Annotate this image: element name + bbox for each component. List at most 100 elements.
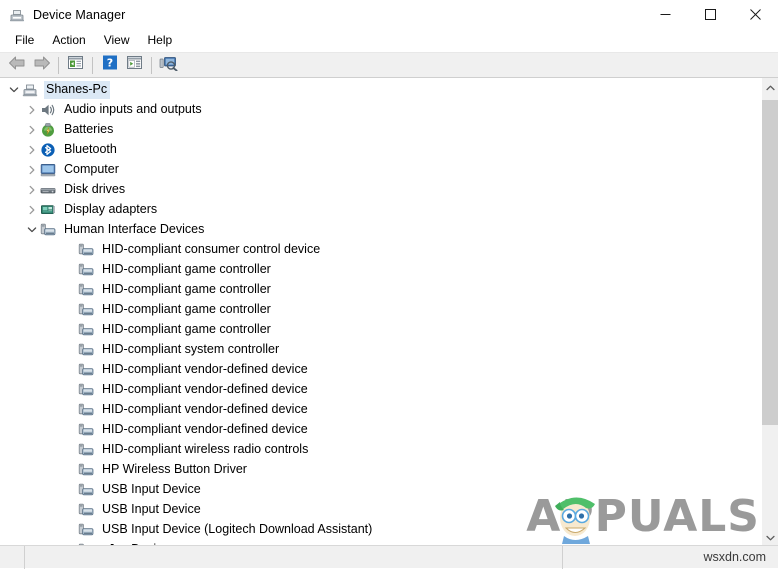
menu-help[interactable]: Help <box>139 31 182 50</box>
hid-device-icon <box>78 282 94 298</box>
tree-row-label: Audio inputs and outputs <box>64 102 202 116</box>
menu-view[interactable]: View <box>95 31 139 50</box>
hid-device-icon <box>78 502 94 518</box>
hid-device-icon <box>78 422 94 438</box>
tree-row-label: Disk drives <box>64 182 126 196</box>
tree-row-label: Computer <box>64 162 119 176</box>
menu-action[interactable]: Action <box>43 31 94 50</box>
tree-row-label: HID-compliant game controller <box>102 302 271 316</box>
console-tree-icon <box>67 55 84 75</box>
hid-device-icon <box>78 362 94 378</box>
tree-row[interactable]: USB Input Device <box>0 500 761 520</box>
status-cell-middle <box>25 545 563 569</box>
tree-row[interactable]: HID-compliant vendor-defined device <box>0 360 761 380</box>
hid-icon <box>40 222 56 238</box>
hid-device-icon <box>78 382 94 398</box>
menu-file[interactable]: File <box>6 31 43 50</box>
tree-row-label: HID-compliant consumer control device <box>102 242 321 256</box>
vertical-scrollbar[interactable] <box>761 78 778 545</box>
tree-row-label: HID-compliant vendor-defined device <box>102 362 308 376</box>
device-tree[interactable]: Shanes-Pc Audio inputs and outputs Batteri… <box>0 78 761 545</box>
tree-row[interactable]: Computer <box>0 160 761 180</box>
scroll-track[interactable] <box>762 95 778 528</box>
tree-row-label: HID-compliant vendor-defined device <box>102 382 308 396</box>
speaker-icon <box>40 102 56 118</box>
content-area: Shanes-Pc Audio inputs and outputs Batteri… <box>0 78 778 545</box>
forward-arrow-icon <box>33 55 51 76</box>
status-source-text: wsxdn.com <box>703 550 766 564</box>
tree-row-label: USB Input Device <box>102 482 201 496</box>
tree-row[interactable]: HID-compliant consumer control device <box>0 240 761 260</box>
tree-row[interactable]: HID-compliant game controller <box>0 260 761 280</box>
chevron-down-icon[interactable] <box>24 220 40 240</box>
tree-row[interactable]: HID-compliant game controller <box>0 280 761 300</box>
tree-row-label: Shanes-Pc <box>44 81 111 99</box>
hid-device-icon <box>78 262 94 278</box>
tree-row[interactable]: Human Interface Devices <box>0 220 761 240</box>
tree-row[interactable]: Shanes-Pc <box>0 80 761 100</box>
tree-row[interactable]: Display adapters <box>0 200 761 220</box>
tree-row[interactable]: Audio inputs and outputs <box>0 100 761 120</box>
scroll-thumb[interactable] <box>762 100 778 425</box>
back-arrow-icon <box>8 55 26 76</box>
maximize-button[interactable] <box>688 0 733 29</box>
close-button[interactable] <box>733 0 778 29</box>
chevron-right-icon[interactable] <box>24 140 40 160</box>
tree-row[interactable]: HID-compliant game controller <box>0 300 761 320</box>
tree-row[interactable]: HID-compliant vendor-defined device <box>0 420 761 440</box>
scroll-down-button[interactable] <box>762 528 778 545</box>
hid-device-icon <box>78 402 94 418</box>
tree-row-label: Batteries <box>64 122 114 136</box>
hid-device-icon <box>78 242 94 258</box>
help-button[interactable]: ? <box>97 54 122 77</box>
chevron-up-icon <box>765 78 775 96</box>
tree-row[interactable]: HID-compliant system controller <box>0 340 761 360</box>
chevron-right-icon[interactable] <box>24 100 40 120</box>
tree-row[interactable]: USB Input Device <box>0 480 761 500</box>
window-controls <box>643 0 778 29</box>
tree-row[interactable]: HID-compliant vendor-defined device <box>0 380 761 400</box>
hid-device-icon <box>78 442 94 458</box>
display-adapter-icon <box>40 202 56 218</box>
tree-row[interactable]: Bluetooth <box>0 140 761 160</box>
svg-text:?: ? <box>106 57 112 70</box>
bluetooth-icon <box>40 142 56 158</box>
minimize-button[interactable] <box>643 0 688 29</box>
tree-row[interactable]: Batteries <box>0 120 761 140</box>
tree-row[interactable]: HID-compliant game controller <box>0 320 761 340</box>
hid-device-icon <box>78 322 94 338</box>
forward-button[interactable] <box>29 54 54 77</box>
tree-row[interactable]: HP Wireless Button Driver <box>0 460 761 480</box>
tree-row-label: HID-compliant vendor-defined device <box>102 402 308 416</box>
tree-row-label: Human Interface Devices <box>64 222 205 236</box>
properties-button[interactable] <box>122 54 147 77</box>
battery-icon <box>40 122 56 138</box>
tree-row[interactable]: USB Input Device (Logitech Download Assi… <box>0 520 761 540</box>
scroll-up-button[interactable] <box>762 78 778 95</box>
tree-row[interactable]: Disk drives <box>0 180 761 200</box>
scan-for-hardware-changes-button[interactable] <box>156 54 181 77</box>
scan-hardware-icon <box>159 55 178 76</box>
chevron-right-icon[interactable] <box>24 180 40 200</box>
chevron-right-icon[interactable] <box>24 120 40 140</box>
chevron-right-icon[interactable] <box>24 200 40 220</box>
tree-row[interactable]: HID-compliant vendor-defined device <box>0 400 761 420</box>
toolbar-separator <box>151 56 152 74</box>
chevron-down-icon <box>765 528 775 546</box>
tree-row[interactable]: HID-compliant wireless radio controls <box>0 440 761 460</box>
tree-row-label: HID-compliant system controller <box>102 342 280 356</box>
window-title: Device Manager <box>33 7 126 22</box>
tree-row-label: Bluetooth <box>64 142 117 156</box>
toolbar-separator <box>92 56 93 74</box>
tree-row-label: HID-compliant game controller <box>102 282 271 296</box>
tree-row-label: USB Input Device <box>102 502 201 516</box>
device-manager-window: Device Manager File Action View Help ? S… <box>0 0 778 569</box>
back-button[interactable] <box>4 54 29 77</box>
chevron-right-icon[interactable] <box>24 160 40 180</box>
show-hide-console-tree-button[interactable] <box>63 54 88 77</box>
disk-drive-icon <box>40 182 56 198</box>
help-question-icon: ? <box>102 55 118 75</box>
properties-icon <box>126 55 143 75</box>
chevron-down-icon[interactable] <box>6 80 22 100</box>
hid-device-icon <box>78 302 94 318</box>
